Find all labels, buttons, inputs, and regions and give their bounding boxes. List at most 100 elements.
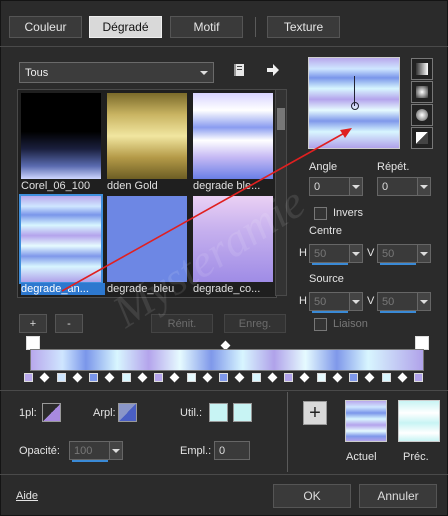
current-gradient-preview <box>345 400 387 442</box>
center-label: Centre <box>309 225 343 237</box>
tab-separator <box>255 17 256 37</box>
color-stop[interactable] <box>219 373 228 382</box>
link-checkbox[interactable] <box>314 318 327 331</box>
user-color-swatch-1[interactable] <box>209 403 228 422</box>
book-icon[interactable] <box>233 63 247 77</box>
tab-degrade[interactable]: Dégradé <box>89 16 162 38</box>
chevron-down-icon[interactable] <box>349 293 362 310</box>
angle-input[interactable]: 0 <box>309 177 363 196</box>
sunburst-style-button[interactable] <box>411 127 433 149</box>
add-button[interactable]: + <box>19 314 47 333</box>
center-v-value: 50 <box>382 247 395 260</box>
color-stop[interactable] <box>414 373 423 382</box>
gradient-bar[interactable] <box>30 349 424 371</box>
color-stop[interactable] <box>24 373 33 382</box>
color-stop[interactable] <box>316 373 326 382</box>
color-stop[interactable] <box>56 373 66 382</box>
gradient-swatch <box>193 93 273 179</box>
chevron-down-icon[interactable] <box>417 178 430 195</box>
divider <box>0 46 448 47</box>
user-color-swatch-2[interactable] <box>233 403 252 422</box>
color-stop[interactable] <box>154 373 163 382</box>
thumbnail-label: degrade_an... <box>21 283 105 295</box>
value-underline <box>312 263 348 265</box>
gradient-preview[interactable] <box>308 57 400 149</box>
gradient-swatch <box>21 196 101 282</box>
thumbnail-item[interactable]: dden Gold <box>107 93 187 192</box>
category-dropdown[interactable]: Tous <box>19 62 214 83</box>
remove-button[interactable]: - <box>55 314 83 333</box>
thumbnail-item[interactable]: Corel_06_100 <box>21 93 101 192</box>
invert-checkbox[interactable] <box>314 207 327 220</box>
separator <box>287 392 288 472</box>
color-stop[interactable] <box>349 373 358 382</box>
center-v-label: V <box>367 247 375 259</box>
angle-value: 0 <box>314 180 321 193</box>
linear-style-button[interactable] <box>411 58 433 80</box>
repeat-value: 0 <box>382 180 389 193</box>
source-h-input[interactable]: 50 <box>309 292 363 313</box>
tab-texture[interactable]: Texture <box>267 16 340 38</box>
location-value: 0 <box>219 444 226 457</box>
tab-motif[interactable]: Motif <box>170 16 243 38</box>
repeat-input[interactable]: 0 <box>377 177 431 196</box>
value-underline <box>312 311 348 313</box>
help-link[interactable]: Aide <box>16 490 38 502</box>
user-label: Util.: <box>180 407 202 419</box>
rectangular-style-button[interactable] <box>411 81 433 103</box>
save-button[interactable]: Enreg. <box>224 314 286 333</box>
bg-label: Arpl: <box>93 407 116 419</box>
value-underline <box>380 311 416 313</box>
chevron-down-icon[interactable] <box>109 442 122 459</box>
cancel-button[interactable]: Annuler <box>359 484 437 508</box>
gradient-swatch <box>107 93 187 179</box>
center-v-input[interactable]: 50 <box>377 244 431 265</box>
center-h-label: H <box>299 247 307 259</box>
chevron-down-icon[interactable] <box>417 245 430 262</box>
chevron-down-icon[interactable] <box>349 178 362 195</box>
chevron-down-icon[interactable] <box>349 245 362 262</box>
thumbnail-label: dden Gold <box>107 180 158 192</box>
fg-color-swatch[interactable] <box>42 403 61 422</box>
ok-button[interactable]: OK <box>273 484 351 508</box>
source-v-input[interactable]: 50 <box>377 292 431 313</box>
value-underline <box>72 460 108 462</box>
repeat-label: Répét. <box>377 161 410 173</box>
fg-label: 1pl: <box>19 407 37 419</box>
location-label: Empl.: <box>180 445 212 457</box>
previous-gradient-preview[interactable] <box>398 400 440 442</box>
scrollbar-thumb[interactable] <box>277 108 285 130</box>
current-label: Actuel <box>346 451 377 463</box>
bg-color-swatch[interactable] <box>118 403 137 422</box>
opacity-stop-right[interactable] <box>415 336 429 350</box>
gradient-swatch <box>21 93 101 179</box>
center-handle[interactable] <box>351 102 359 110</box>
previous-label: Préc. <box>403 451 429 463</box>
color-stop[interactable] <box>284 373 293 382</box>
source-v-value: 50 <box>382 295 395 308</box>
source-v-label: V <box>367 295 375 307</box>
source-h-value: 50 <box>314 295 327 308</box>
arrow-right-icon[interactable] <box>266 63 280 77</box>
color-stop[interactable] <box>186 373 196 382</box>
opacity-input[interactable]: 100 <box>69 441 123 462</box>
radial-style-button[interactable] <box>411 104 433 126</box>
invert-label: Invers <box>333 207 363 219</box>
chevron-down-icon[interactable] <box>417 293 430 310</box>
link-label: Liaison <box>333 318 368 330</box>
thumbnail-item-selected[interactable]: degrade_an... <box>21 196 105 295</box>
opacity-stop-left[interactable] <box>26 336 40 350</box>
color-stop[interactable] <box>89 373 98 382</box>
color-stop[interactable] <box>121 373 131 382</box>
divider <box>0 390 448 391</box>
tab-couleur[interactable]: Couleur <box>9 16 82 38</box>
color-stop[interactable] <box>251 373 261 382</box>
value-underline <box>380 263 416 265</box>
opacity-value: 100 <box>74 444 93 457</box>
opacity-label: Opacité: <box>19 445 60 457</box>
center-h-input[interactable]: 50 <box>309 244 363 265</box>
thumbnail-item[interactable]: degrade ble... <box>193 93 273 192</box>
color-stop[interactable] <box>381 373 391 382</box>
location-input[interactable]: 0 <box>214 441 250 460</box>
add-to-library-button[interactable]: + <box>303 401 327 425</box>
